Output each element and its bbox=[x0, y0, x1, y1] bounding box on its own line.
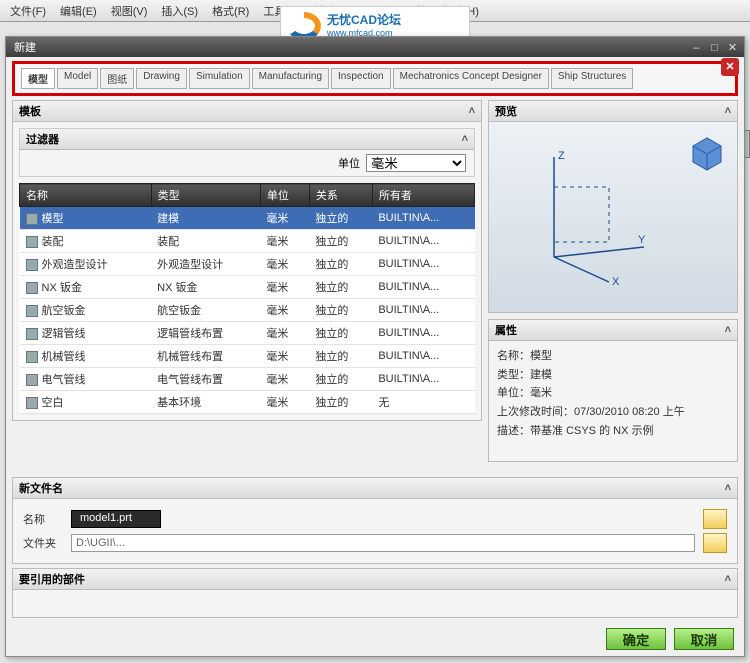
prop-line: 类型：建模 bbox=[497, 366, 729, 385]
menu-item[interactable]: 编辑(E) bbox=[60, 3, 97, 19]
dialog-titlebar: 新建 – □ ✕ bbox=[6, 37, 744, 57]
folder-label: 文件夹 bbox=[23, 535, 63, 551]
table-row[interactable]: 空白基本环境毫米独立的无 bbox=[20, 391, 475, 414]
tab-model-cn[interactable]: 模型 bbox=[21, 68, 55, 89]
properties-panel: 属性 ˄ 名称：模型 类型：建模 单位：毫米 上次修改时间：07/30/2010 … bbox=[488, 319, 738, 462]
preview-3d-view[interactable]: Z Y X bbox=[489, 122, 737, 312]
unit-label: 单位 bbox=[338, 155, 360, 171]
refpart-header: 要引用的部件 bbox=[19, 571, 85, 587]
logo-title: 无忧CAD论坛 bbox=[327, 14, 401, 27]
name-input[interactable]: model1.prt bbox=[71, 510, 161, 528]
csys-axis-icon: Z Y X bbox=[534, 147, 654, 287]
collapse-icon[interactable]: ˄ bbox=[469, 105, 475, 117]
folder-input[interactable]: D:\UGII\... bbox=[71, 534, 695, 552]
collapse-icon[interactable]: ˄ bbox=[725, 324, 731, 336]
browse-folder-icon[interactable] bbox=[703, 533, 727, 553]
templates-table: 名称 类型 单位 关系 所有者 模型建模毫米独立的BUILTIN\A...装配装… bbox=[19, 183, 475, 414]
newfile-header: 新文件名 bbox=[19, 480, 63, 496]
new-filename-panel: 新文件名 ˄ 名称 model1.prt 文件夹 D:\UGII\... bbox=[12, 477, 738, 564]
table-row[interactable]: NX 钣金NX 钣金毫米独立的BUILTIN\A... bbox=[20, 276, 475, 299]
tab-simulation[interactable]: Simulation bbox=[189, 68, 250, 89]
filter-header: 过滤器 bbox=[26, 131, 59, 147]
col-owner[interactable]: 所有者 bbox=[372, 184, 474, 207]
template-icon bbox=[26, 305, 38, 317]
ok-button[interactable]: 确定 bbox=[606, 628, 666, 650]
name-label: 名称 bbox=[23, 511, 63, 527]
close-icon[interactable]: ✕ bbox=[725, 41, 740, 54]
templates-header: 模板 bbox=[19, 103, 41, 119]
tab-model[interactable]: Model bbox=[57, 68, 98, 89]
new-file-dialog: 新建 – □ ✕ ✕ 模型 Model 图纸 Drawing Simulatio… bbox=[5, 36, 745, 657]
template-icon bbox=[26, 282, 38, 294]
col-rel[interactable]: 关系 bbox=[309, 184, 372, 207]
svg-text:X: X bbox=[612, 276, 620, 287]
table-row[interactable]: 模型建模毫米独立的BUILTIN\A... bbox=[20, 207, 475, 230]
tab-mechatronics[interactable]: Mechatronics Concept Designer bbox=[393, 68, 549, 89]
collapse-icon[interactable]: ˄ bbox=[462, 133, 468, 145]
tab-inspection[interactable]: Inspection bbox=[331, 68, 391, 89]
templates-panel: 模板 ˄ 过滤器 ˄ 单位 毫米 名称 类型 单位 关系 所有者 bbox=[12, 100, 482, 421]
unit-select[interactable]: 毫米 bbox=[366, 154, 466, 172]
minimize-icon[interactable]: – bbox=[689, 42, 704, 54]
isometric-cube-icon[interactable] bbox=[687, 132, 727, 172]
reference-part-panel: 要引用的部件 ˄ bbox=[12, 568, 738, 618]
template-icon bbox=[26, 351, 38, 363]
prop-line: 单位：毫米 bbox=[497, 384, 729, 403]
tab-ship[interactable]: Ship Structures bbox=[551, 68, 633, 89]
maximize-icon[interactable]: □ bbox=[707, 42, 722, 54]
col-type[interactable]: 类型 bbox=[151, 184, 260, 207]
properties-header: 属性 bbox=[495, 322, 517, 338]
template-icon bbox=[26, 397, 38, 409]
col-name[interactable]: 名称 bbox=[20, 184, 152, 207]
svg-text:Z: Z bbox=[558, 150, 565, 162]
table-row[interactable]: 装配装配毫米独立的BUILTIN\A... bbox=[20, 230, 475, 253]
cancel-button[interactable]: 取消 bbox=[674, 628, 734, 650]
table-row[interactable]: 逻辑管线逻辑管线布置毫米独立的BUILTIN\A... bbox=[20, 322, 475, 345]
template-icon bbox=[26, 328, 38, 340]
preview-header: 预览 bbox=[495, 103, 517, 119]
svg-text:Y: Y bbox=[638, 234, 646, 246]
highlight-close-icon[interactable]: ✕ bbox=[721, 58, 739, 76]
template-icon bbox=[26, 236, 38, 248]
dialog-button-bar: 确定 取消 bbox=[6, 622, 744, 656]
table-row[interactable]: 机械管线机械管线布置毫米独立的BUILTIN\A... bbox=[20, 345, 475, 368]
collapse-icon[interactable]: ˄ bbox=[725, 573, 731, 585]
table-row[interactable]: 航空钣金航空钣金毫米独立的BUILTIN\A... bbox=[20, 299, 475, 322]
menu-item[interactable]: 格式(R) bbox=[212, 3, 249, 19]
menu-item[interactable]: 视图(V) bbox=[111, 3, 148, 19]
menu-item[interactable]: 文件(F) bbox=[10, 3, 46, 19]
collapse-icon[interactable]: ˄ bbox=[725, 105, 731, 117]
col-unit[interactable]: 单位 bbox=[260, 184, 309, 207]
prop-line: 名称：模型 bbox=[497, 347, 729, 366]
tab-drawing[interactable]: Drawing bbox=[136, 68, 187, 89]
table-row[interactable]: 电气管线电气管线布置毫米独立的BUILTIN\A... bbox=[20, 368, 475, 391]
collapse-icon[interactable]: ˄ bbox=[725, 482, 731, 494]
menu-item[interactable]: 插入(S) bbox=[161, 3, 198, 19]
template-icon bbox=[26, 259, 38, 271]
table-row[interactable]: 外观造型设计外观造型设计毫米独立的BUILTIN\A... bbox=[20, 253, 475, 276]
tab-manufacturing[interactable]: Manufacturing bbox=[252, 68, 329, 89]
prop-line: 描述：带基准 CSYS 的 NX 示例 bbox=[497, 422, 729, 441]
prop-line: 上次修改时间：07/30/2010 08:20 上午 bbox=[497, 403, 729, 422]
dialog-title: 新建 bbox=[14, 39, 36, 55]
template-icon bbox=[26, 374, 38, 386]
template-category-tabs: ✕ 模型 Model 图纸 Drawing Simulation Manufac… bbox=[12, 61, 738, 96]
browse-folder-icon[interactable] bbox=[703, 509, 727, 529]
tab-drawing-cn[interactable]: 图纸 bbox=[100, 68, 134, 89]
template-icon bbox=[26, 213, 38, 225]
preview-panel: 预览 ˄ Z Y X bbox=[488, 100, 738, 313]
